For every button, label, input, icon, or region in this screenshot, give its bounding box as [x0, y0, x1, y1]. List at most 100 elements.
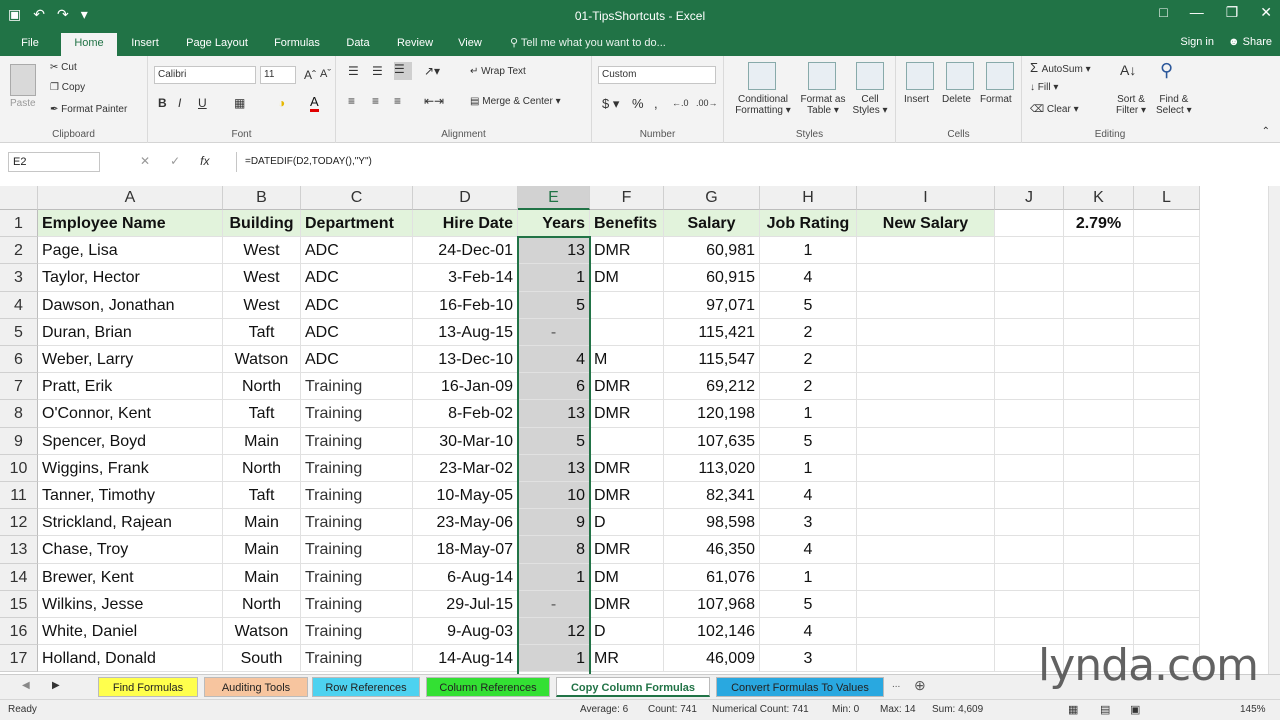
table-cell[interactable]: 61,076	[664, 563, 760, 591]
close-icon[interactable]: ✕	[1260, 4, 1272, 21]
paste-button[interactable]: Paste	[10, 98, 36, 109]
row-header[interactable]: 15	[0, 590, 38, 618]
table-cell[interactable]: Main	[223, 536, 301, 564]
table-cell[interactable]: 60,981	[664, 237, 760, 265]
column-header[interactable]: J	[995, 186, 1064, 210]
table-cell[interactable]	[995, 346, 1064, 374]
align-middle-icon[interactable]: ☰	[372, 64, 383, 78]
table-cell[interactable]	[1064, 563, 1134, 591]
table-cell[interactable]: 1	[518, 264, 590, 292]
table-cell[interactable]	[995, 563, 1064, 591]
table-cell[interactable]: MR	[590, 645, 664, 673]
sort-filter-button[interactable]: Sort & Filter ▾	[1116, 94, 1146, 116]
table-cell[interactable]: 4	[518, 346, 590, 374]
table-cell[interactable]: 115,421	[664, 318, 760, 346]
table-cell[interactable]: 5	[760, 590, 857, 618]
select-all-corner[interactable]	[0, 186, 38, 210]
format-cells-button[interactable]: Format	[980, 94, 1012, 105]
table-cell[interactable]: Taft	[223, 318, 301, 346]
table-cell[interactable]	[995, 373, 1064, 401]
table-cell[interactable]: 4	[760, 264, 857, 292]
worksheet-grid[interactable]: A B C D E F G H I J K L 1 Employee Name Building Depart…	[0, 186, 1268, 674]
conditional-formatting-button[interactable]: Conditional Formatting ▾	[732, 94, 794, 116]
table-cell[interactable]	[590, 427, 664, 455]
row-header[interactable]: 2	[0, 237, 38, 265]
table-cell[interactable]: Main	[223, 509, 301, 537]
table-cell[interactable]	[857, 509, 995, 537]
decrease-decimal-icon[interactable]: .00→	[696, 98, 718, 108]
table-cell[interactable]	[857, 536, 995, 564]
table-cell[interactable]: 9	[518, 509, 590, 537]
table-cell[interactable]	[857, 237, 995, 265]
table-cell[interactable]	[1134, 318, 1200, 346]
table-cell[interactable]: 98,598	[664, 509, 760, 537]
column-header[interactable]: K	[1064, 186, 1134, 210]
table-cell[interactable]: ADC	[301, 264, 413, 292]
table-cell[interactable]: D	[590, 509, 664, 537]
table-cell[interactable]	[995, 454, 1064, 482]
table-cell[interactable]: 16-Jan-09	[413, 373, 518, 401]
header-cell[interactable]: Employee Name	[38, 210, 223, 238]
column-header[interactable]: L	[1134, 186, 1200, 210]
align-bottom-icon[interactable]: ☰	[394, 62, 412, 80]
header-cell[interactable]: Salary	[664, 210, 760, 238]
fill-button[interactable]: ↓ Fill ▾	[1030, 82, 1058, 93]
page-break-view-icon[interactable]: ▣	[1130, 703, 1140, 716]
tab-formulas[interactable]: Formulas	[266, 33, 328, 56]
next-sheet-icon[interactable]: ▶	[52, 680, 60, 691]
conditional-formatting-icon[interactable]	[748, 62, 776, 90]
row-header[interactable]: 7	[0, 373, 38, 401]
normal-view-icon[interactable]: ▦	[1068, 703, 1078, 716]
header-cell[interactable]: Benefits	[590, 210, 664, 238]
table-cell[interactable]: Training	[301, 563, 413, 591]
table-cell[interactable]: Training	[301, 427, 413, 455]
table-cell[interactable]: West	[223, 291, 301, 319]
sheet-tab[interactable]: Find Formulas	[98, 677, 198, 697]
sheet-tab[interactable]: Row References	[312, 677, 420, 697]
align-center-icon[interactable]: ≡	[372, 94, 379, 108]
table-cell[interactable]: 107,968	[664, 590, 760, 618]
insert-cells-button[interactable]: Insert	[904, 94, 929, 105]
table-cell[interactable]: DMR	[590, 400, 664, 428]
table-cell[interactable]: 1	[760, 563, 857, 591]
table-cell[interactable]: 4	[760, 536, 857, 564]
table-cell[interactable]	[995, 509, 1064, 537]
enter-icon[interactable]: ✓	[170, 154, 180, 168]
align-top-icon[interactable]: ☰	[348, 64, 359, 78]
table-cell[interactable]	[1134, 482, 1200, 510]
table-cell[interactable]	[1064, 509, 1134, 537]
table-cell[interactable]	[995, 590, 1064, 618]
header-cell[interactable]: 2.79%	[1064, 210, 1134, 238]
table-cell[interactable]	[857, 454, 995, 482]
header-cell[interactable]: Job Rating	[760, 210, 857, 238]
table-cell[interactable]	[1064, 482, 1134, 510]
table-cell[interactable]	[1134, 427, 1200, 455]
table-cell[interactable]	[995, 400, 1064, 428]
table-cell[interactable]	[857, 346, 995, 374]
column-header[interactable]: F	[590, 186, 664, 210]
table-cell[interactable]: 13	[518, 454, 590, 482]
table-cell[interactable]: North	[223, 454, 301, 482]
table-cell[interactable]: 23-May-06	[413, 509, 518, 537]
table-cell[interactable]: Tanner, Timothy	[38, 482, 223, 510]
table-cell[interactable]: 4	[760, 482, 857, 510]
table-cell[interactable]: 2	[760, 346, 857, 374]
table-cell[interactable]	[995, 264, 1064, 292]
table-cell[interactable]: DMR	[590, 373, 664, 401]
table-cell[interactable]	[1134, 264, 1200, 292]
table-cell[interactable]: 3	[760, 645, 857, 673]
number-format-select[interactable]: Custom	[598, 66, 716, 84]
row-header[interactable]: 11	[0, 482, 38, 510]
table-cell[interactable]: Page, Lisa	[38, 237, 223, 265]
table-cell[interactable]	[1134, 590, 1200, 618]
table-cell[interactable]	[857, 264, 995, 292]
table-cell[interactable]	[857, 291, 995, 319]
table-cell[interactable]: Wiggins, Frank	[38, 454, 223, 482]
table-cell[interactable]: 60,915	[664, 264, 760, 292]
table-cell[interactable]: Watson	[223, 346, 301, 374]
table-cell[interactable]: Holland, Donald	[38, 645, 223, 673]
header-cell[interactable]	[1134, 210, 1200, 238]
format-as-table-icon[interactable]	[808, 62, 836, 90]
new-sheet-icon[interactable]: ⊕	[914, 677, 926, 694]
font-size-select[interactable]: 11	[260, 66, 296, 84]
